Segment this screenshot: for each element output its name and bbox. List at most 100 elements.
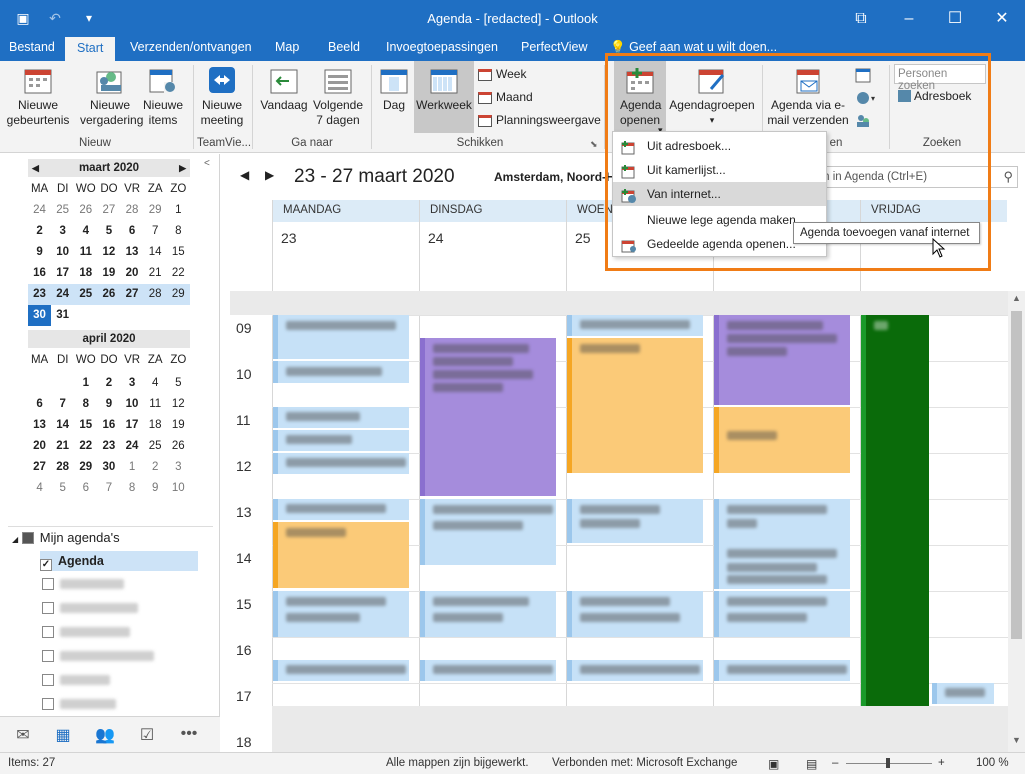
folder-redacted[interactable] <box>42 598 138 618</box>
calendar-event[interactable] <box>273 315 409 359</box>
mini-calendar-day[interactable]: 6 <box>121 221 144 242</box>
calendar-event[interactable] <box>567 499 703 543</box>
maximize-icon[interactable]: ☐ <box>932 0 978 37</box>
new-items-button[interactable]: Nieuwe items <box>140 61 186 128</box>
mini-calendar-day[interactable]: 18 <box>144 415 167 436</box>
day-number-wednesday[interactable]: 25 <box>575 230 591 246</box>
mini-calendar-day[interactable]: 23 <box>97 436 120 457</box>
mini-calendar-day[interactable]: 21 <box>144 263 167 284</box>
mini-calendar-day[interactable]: 29 <box>144 200 167 221</box>
month-view-button[interactable]: Maand <box>478 90 533 104</box>
zoom-in-icon[interactable]: + <box>938 757 945 769</box>
mini-calendar-day[interactable]: 4 <box>28 478 51 499</box>
more-icon[interactable]: ••• <box>174 725 204 747</box>
tab-start[interactable]: Start <box>65 37 116 61</box>
calendar-event[interactable] <box>273 361 409 383</box>
mini-calendar-day[interactable]: 7 <box>97 478 120 499</box>
mini-calendar-day[interactable]: 7 <box>144 221 167 242</box>
mini-calendar-day[interactable]: 28 <box>121 200 144 221</box>
normal-view-icon[interactable]: ▣ <box>768 757 779 771</box>
mini-calendar-day[interactable]: 10 <box>121 394 144 415</box>
mini-calendar-day[interactable]: 14 <box>51 415 74 436</box>
today-button[interactable]: Vandaag <box>256 61 312 113</box>
calendar-event[interactable] <box>714 591 850 637</box>
calendar-event[interactable] <box>273 453 409 474</box>
calendar-event[interactable] <box>714 660 850 681</box>
mini-calendar-day[interactable]: 20 <box>121 263 144 284</box>
mini-calendar-day[interactable]: 3 <box>51 221 74 242</box>
mini-calendar-day[interactable]: 29 <box>74 457 97 478</box>
calendar-event[interactable] <box>567 338 703 473</box>
group-checkbox[interactable] <box>21 532 34 544</box>
mini-calendar-day[interactable]: 22 <box>74 436 97 457</box>
day-number-tuesday[interactable]: 24 <box>428 230 444 246</box>
folder-redacted[interactable] <box>42 670 110 690</box>
folder-redacted[interactable] <box>42 646 154 666</box>
tab-perfectview[interactable]: PerfectView <box>521 40 587 54</box>
calendar-event-all-day-block[interactable] <box>861 315 929 706</box>
mini-calendar-day[interactable]: 26 <box>97 284 121 305</box>
mini-calendar-day[interactable]: 8 <box>74 394 97 415</box>
mini-calendar-day[interactable]: 22 <box>167 263 190 284</box>
mini-calendar-day[interactable]: 27 <box>120 284 144 305</box>
mini-calendar-day[interactable]: 4 <box>74 221 97 242</box>
mini-calendar-day[interactable]: 27 <box>28 457 51 478</box>
tab-bestand[interactable]: Bestand <box>9 40 55 54</box>
new-meeting-button[interactable]: Nieuwe vergadering <box>80 61 143 128</box>
tasks-icon[interactable]: ☑ <box>132 725 162 747</box>
mini-calendar-day[interactable]: 7 <box>51 394 74 415</box>
calendar-module-icon[interactable]: ▦ <box>48 725 78 747</box>
mini-calendar-day[interactable]: 14 <box>144 242 167 263</box>
mini-calendar-day[interactable]: 19 <box>97 263 120 284</box>
folder-redacted[interactable] <box>42 694 116 714</box>
all-day-strip[interactable] <box>230 291 1008 315</box>
mini-calendar-day[interactable]: 16 <box>97 415 120 436</box>
minimize-icon[interactable]: – <box>886 0 932 37</box>
work-week-view-button[interactable]: Werkweek <box>414 61 474 133</box>
my-calendars-group[interactable]: ◢ Mijn agenda's <box>12 528 120 548</box>
schedule-view-button[interactable]: Planningsweergave <box>478 113 601 127</box>
mini-calendar-day[interactable]: 2 <box>144 457 167 478</box>
next-7-days-button[interactable]: Volgende 7 dagen <box>310 61 366 128</box>
mini-calendar-day[interactable]: 15 <box>167 242 190 263</box>
zoom-out-icon[interactable]: – <box>832 757 838 769</box>
folder-agenda[interactable]: ✓ Agenda <box>40 551 198 571</box>
mini-calendar-day[interactable]: 5 <box>97 221 120 242</box>
mini-calendar-day[interactable]: 9 <box>144 478 167 499</box>
mini-calendar-day[interactable]: 30 <box>97 457 120 478</box>
mini-calendar-day[interactable]: 24 <box>28 200 51 221</box>
mini-calendar-day[interactable]: 17 <box>51 263 74 284</box>
mini-calendar-day[interactable]: 27 <box>97 200 120 221</box>
mini-calendar-day[interactable]: 2 <box>97 373 120 394</box>
people-icon[interactable]: 👥 <box>90 725 120 747</box>
mini-calendar-day[interactable]: 5 <box>51 478 74 499</box>
calendar-event[interactable] <box>714 499 850 589</box>
calendar-event[interactable] <box>420 499 556 565</box>
mini-calendar-day[interactable]: 26 <box>167 436 190 457</box>
day-view-button[interactable]: Dag <box>376 61 412 113</box>
mini-calendar-day[interactable]: 17 <box>121 415 144 436</box>
mini-calendar-day[interactable]: 21 <box>51 436 74 457</box>
calendar-event[interactable] <box>932 683 994 704</box>
zoom-slider-thumb[interactable] <box>886 758 890 768</box>
calendar-event[interactable] <box>567 660 703 681</box>
calendar-event[interactable] <box>420 591 556 637</box>
folder-redacted[interactable] <box>42 622 130 642</box>
mini-calendar-day[interactable]: 1 <box>74 373 97 394</box>
weather-location[interactable]: Amsterdam, Noord-H <box>494 170 615 184</box>
prev-month-icon[interactable]: ◀ <box>32 159 39 177</box>
week-view-button[interactable]: Week <box>478 67 526 81</box>
calendar-scrollbar[interactable]: ▲ ▼ <box>1008 291 1025 752</box>
prev-week-icon[interactable]: ◀ <box>240 168 249 182</box>
mini-calendar-day[interactable]: 3 <box>167 457 190 478</box>
calendar-event[interactable] <box>714 407 850 473</box>
zoom-slider[interactable] <box>846 758 932 768</box>
mini-calendar-day[interactable]: 8 <box>121 478 144 499</box>
scroll-down-icon[interactable]: ▼ <box>1012 735 1021 745</box>
mini-calendar-day[interactable]: 28 <box>51 457 74 478</box>
collapse-pane-icon[interactable]: < <box>204 158 210 169</box>
mini-calendar-day[interactable]: 12 <box>167 394 190 415</box>
mini-calendar-day[interactable]: 24 <box>51 284 75 305</box>
mini-calendar-day[interactable]: 25 <box>144 436 167 457</box>
teamviewer-meeting-button[interactable]: Nieuwe meeting <box>196 61 248 128</box>
